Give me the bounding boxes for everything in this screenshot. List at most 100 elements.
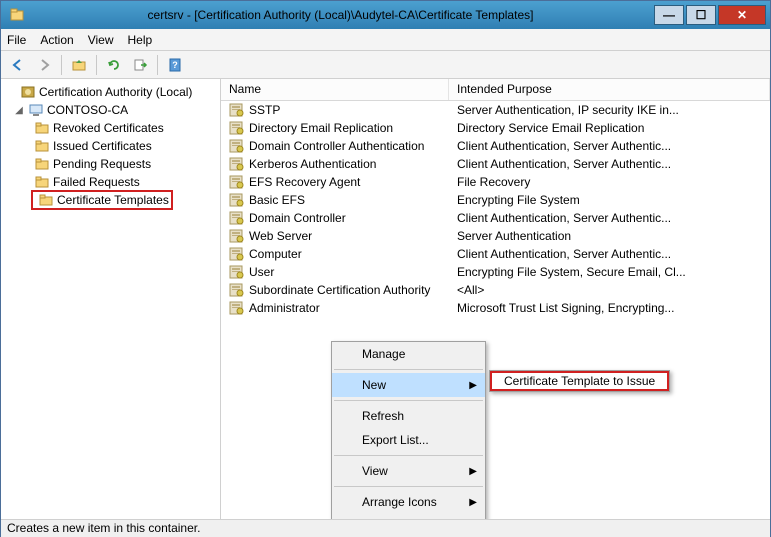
toolbar: ? [1, 51, 770, 79]
computer-icon [28, 102, 44, 118]
row-name: Directory Email Replication [249, 121, 393, 135]
back-button[interactable] [7, 54, 29, 76]
list-header: Name Intended Purpose [221, 79, 770, 101]
window-title: certsrv - [Certification Authority (Loca… [29, 8, 652, 22]
menu-separator [334, 400, 483, 401]
forward-button[interactable] [33, 54, 55, 76]
list-row[interactable]: Basic EFSEncrypting File System [221, 191, 770, 209]
context-new[interactable]: New▶ [332, 373, 485, 397]
toolbar-separator [96, 55, 97, 75]
export-button[interactable] [129, 54, 151, 76]
row-name: Subordinate Certification Authority [249, 283, 430, 297]
tree-label: Pending Requests [53, 157, 151, 171]
content-area: Certification Authority (Local) ◢ CONTOS… [1, 79, 770, 519]
tree-issued[interactable]: Issued Certificates [1, 137, 220, 155]
template-icon [229, 103, 245, 117]
title-bar: certsrv - [Certification Authority (Loca… [1, 1, 770, 29]
list-body[interactable]: SSTP Server Authentication, IP security I… [221, 101, 770, 317]
tree-label: Issued Certificates [53, 139, 152, 153]
toolbar-separator [61, 55, 62, 75]
row-name: Web Server [249, 229, 312, 243]
row-purpose: Encrypting File System, Secure Email, Cl… [449, 265, 770, 279]
context-arrange[interactable]: Arrange Icons▶ [332, 490, 485, 514]
template-icon [229, 211, 245, 225]
help-button[interactable]: ? [164, 54, 186, 76]
submenu-arrow-icon: ▶ [469, 466, 477, 477]
folder-icon [38, 192, 54, 208]
column-purpose[interactable]: Intended Purpose [449, 79, 770, 100]
tree-label: Revoked Certificates [53, 121, 164, 135]
list-row[interactable]: Kerberos Authentication Client Authentica… [221, 155, 770, 173]
template-icon [229, 301, 245, 315]
list-row[interactable]: EFS Recovery AgentFile Recovery [221, 173, 770, 191]
folder-icon [34, 156, 50, 172]
context-refresh[interactable]: Refresh [332, 404, 485, 428]
submenu-issue-template[interactable]: Certificate Template to Issue [490, 371, 669, 391]
tree-templates[interactable]: Certificate Templates [1, 191, 220, 209]
refresh-button[interactable] [103, 54, 125, 76]
template-icon [229, 229, 245, 243]
row-purpose: Client Authentication, Server Authentic.… [449, 157, 770, 171]
template-icon [229, 247, 245, 261]
status-text: Creates a new item in this container. [7, 521, 200, 535]
row-name: Kerberos Authentication [249, 157, 376, 171]
row-name: Computer [249, 247, 302, 261]
submenu-arrow-icon: ▶ [469, 380, 477, 391]
menu-help[interactable]: Help [128, 33, 153, 47]
row-purpose: Client Authentication, Server Authentic.… [449, 211, 770, 225]
row-name: Administrator [249, 301, 320, 315]
list-row[interactable]: Administrator Microsoft Trust List Signin… [221, 299, 770, 317]
context-view[interactable]: View▶ [332, 459, 485, 483]
list-row[interactable]: SSTP Server Authentication, IP security I… [221, 101, 770, 119]
tree-revoked[interactable]: Revoked Certificates [1, 119, 220, 137]
tree-panel[interactable]: Certification Authority (Local) ◢ CONTOS… [1, 79, 221, 519]
row-purpose: Microsoft Trust List Signing, Encrypting… [449, 301, 770, 315]
template-icon [229, 265, 245, 279]
close-button[interactable]: ✕ [718, 5, 766, 25]
list-row[interactable]: Computer Client Authentication, Server Au… [221, 245, 770, 263]
tree-ca[interactable]: ◢ CONTOSO-CA [1, 101, 220, 119]
context-menu: Manage New▶ Refresh Export List... View▶… [331, 341, 486, 519]
row-purpose: Server Authentication, IP security IKE i… [449, 103, 770, 117]
submenu-arrow-icon: ▶ [469, 497, 477, 508]
template-icon [229, 193, 245, 207]
template-icon [229, 121, 245, 135]
list-row[interactable]: UserEncrypting File System, Secure Email… [221, 263, 770, 281]
list-row[interactable]: Domain Controller Authentication Client A… [221, 137, 770, 155]
menu-file[interactable]: File [7, 33, 26, 47]
tree-root[interactable]: Certification Authority (Local) [1, 83, 220, 101]
tree-failed[interactable]: Failed Requests [1, 173, 220, 191]
context-export[interactable]: Export List... [332, 428, 485, 452]
minimize-button[interactable]: — [654, 5, 684, 25]
template-icon [229, 283, 245, 297]
row-purpose: Client Authentication, Server Authentic.… [449, 139, 770, 153]
tree-pending[interactable]: Pending Requests [1, 155, 220, 173]
list-row[interactable]: Directory Email ReplicationDirectory Ser… [221, 119, 770, 137]
column-name[interactable]: Name [221, 79, 449, 100]
tree-label: Failed Requests [53, 175, 140, 189]
ca-root-icon [20, 84, 36, 100]
menu-separator [334, 455, 483, 456]
menu-view[interactable]: View [88, 33, 114, 47]
list-row[interactable]: Domain ControllerClient Authentication, … [221, 209, 770, 227]
row-name: Domain Controller Authentication [249, 139, 424, 153]
row-purpose: Server Authentication [449, 229, 770, 243]
menu-separator [334, 369, 483, 370]
row-name: SSTP [249, 103, 280, 117]
maximize-button[interactable]: ☐ [686, 5, 716, 25]
context-lineup[interactable]: Line up Icons [332, 514, 485, 519]
menu-action[interactable]: Action [40, 33, 73, 47]
menu-bar: File Action View Help [1, 29, 770, 51]
list-row[interactable]: Subordinate Certification Authority <All> [221, 281, 770, 299]
row-purpose: File Recovery [449, 175, 770, 189]
row-purpose: Client Authentication, Server Authentic.… [449, 247, 770, 261]
menu-separator [334, 486, 483, 487]
status-bar: Creates a new item in this container. [1, 519, 770, 537]
collapse-icon[interactable]: ◢ [13, 105, 25, 116]
list-row[interactable]: Web Server Server Authentication [221, 227, 770, 245]
template-icon [229, 139, 245, 153]
tree-label: Certificate Templates [57, 193, 169, 207]
context-manage[interactable]: Manage [332, 342, 485, 366]
up-folder-button[interactable] [68, 54, 90, 76]
row-purpose: <All> [449, 283, 770, 297]
